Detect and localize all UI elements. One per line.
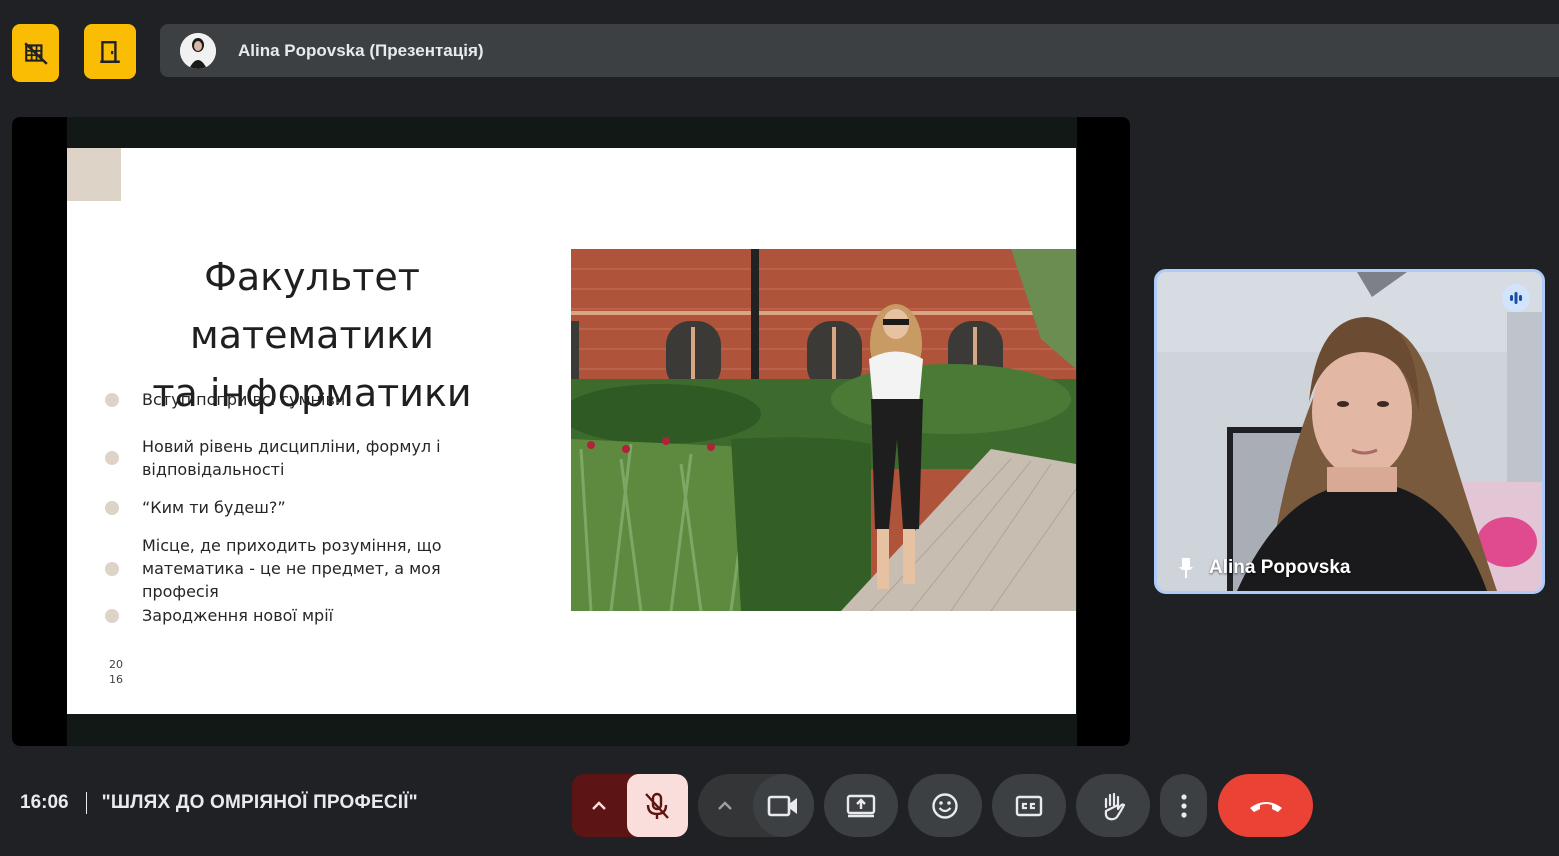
list-item: Зародження нової мрії [105,604,522,627]
list-item: Вступ попри всі сумніви [105,388,522,411]
bullet-text: Місце, де приходить розуміння, що матема… [142,536,442,601]
present-screen-button[interactable] [824,774,898,837]
avatar [180,32,216,69]
door-icon [100,40,120,63]
emoji-icon [932,792,958,819]
bullet-dot [105,451,119,465]
presenter-label: Alina Popovska (Презентація) [238,40,484,60]
list-item: “Ким ти будеш?” [105,496,522,519]
chevron-up-icon [592,800,607,810]
speaking-indicator [1502,284,1530,312]
call-end-icon [1249,801,1282,812]
participant-name: Alina Popovska [1209,557,1351,578]
pin-icon[interactable] [1177,557,1195,579]
mic-toggle-button[interactable] [626,774,688,837]
presentation-slide: Факультет математики та інформатики Всту… [67,148,1076,714]
hand-icon [1104,792,1126,820]
slide-title-line-1: Факультет математики [190,255,434,357]
raise-hand-button[interactable] [1076,774,1150,837]
bullet-dot [105,392,119,407]
bullet-text: Зародження нової мрії [142,606,334,625]
divider [85,792,87,814]
meeting-info: 16:06 "ШЛЯХ ДО ОМРІЯНОЇ ПРОФЕСІЇ" [20,792,418,814]
bullet-text: “Ким ти будеш?” [142,498,286,517]
list-item: Місце, де приходить розуміння, що матема… [105,534,522,603]
bullet-dot [105,500,119,515]
present-to-all-icon [846,794,876,817]
mic-off-icon [645,792,670,819]
videocam-icon [767,795,798,816]
more-vert-icon [1180,793,1187,818]
meeting-title: "ШЛЯХ ДО ОМРІЯНОЇ ПРОФЕСІЇ" [101,792,418,813]
camera-control-group [698,774,814,837]
mic-options-button[interactable] [572,774,627,837]
breakout-room-button[interactable] [84,24,136,79]
audio-level-icon [1510,292,1522,304]
slide-year-bottom: 16 [109,673,123,686]
bullet-text: Новий рівень дисципліни, формул і відпов… [142,437,441,479]
hide-tiles-button[interactable] [12,24,59,82]
mic-control-group [572,774,688,837]
chevron-up-icon [718,800,733,810]
more-options-button[interactable] [1160,774,1207,837]
closed-caption-icon [1015,795,1043,816]
list-item: Новий рівень дисципліни, формул і відпов… [105,435,522,481]
camera-toggle-button[interactable] [752,774,814,837]
slide-photo [571,249,1076,611]
clock: 16:06 [20,792,69,813]
slide-year: 20 16 [109,657,129,687]
captions-button[interactable] [992,774,1066,837]
bullet-dot [105,561,119,576]
presenter-banner: Alina Popovska (Презентація) [160,24,1559,77]
slide-accent-square [67,148,121,201]
bullet-text: Вступ попри всі сумніви [142,390,346,409]
camera-options-button[interactable] [698,774,753,837]
send-reaction-button[interactable] [908,774,982,837]
slide-year-top: 20 [109,658,123,671]
participant-tile[interactable]: Alina Popovska [1154,269,1545,594]
videocam-off-grid-icon [23,42,48,65]
leave-call-button[interactable] [1218,774,1313,837]
bullet-dot [105,608,119,623]
